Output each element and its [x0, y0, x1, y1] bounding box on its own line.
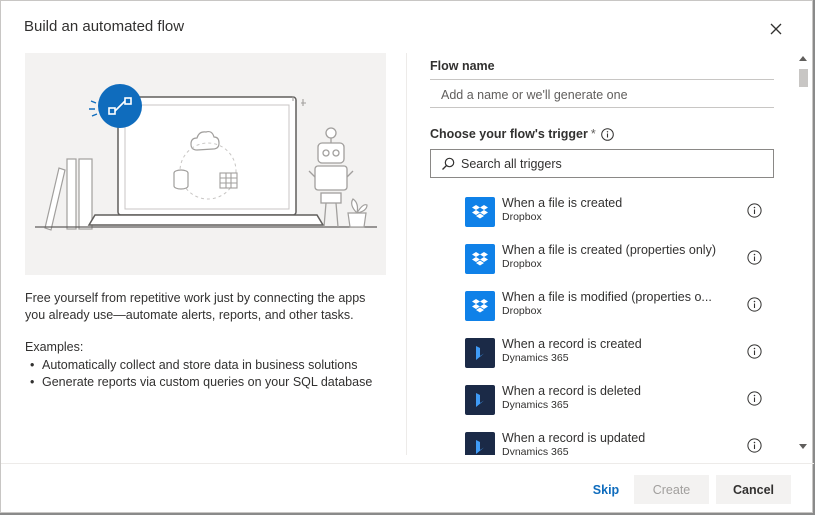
info-icon[interactable]	[747, 203, 762, 218]
trigger-app: Dropbox	[502, 305, 542, 317]
trigger-label: Choose your flow's trigger	[430, 127, 588, 141]
dropbox-icon	[465, 197, 495, 227]
trigger-name: When a record is updated	[502, 431, 646, 445]
trigger-item[interactable]: When a record is updated Dynamics 365	[465, 428, 785, 455]
info-icon[interactable]	[747, 250, 762, 265]
book-icon	[66, 158, 77, 230]
trigger-search-box[interactable]	[430, 149, 774, 178]
trigger-item[interactable]: When a file is modified (properties o...…	[465, 287, 785, 334]
footer-divider	[1, 463, 814, 464]
trigger-app: Dynamics 365	[502, 352, 569, 364]
dynamics-365-icon	[465, 385, 495, 415]
info-icon[interactable]	[600, 127, 614, 141]
trigger-list-scrollbar[interactable]	[797, 53, 809, 455]
dropbox-icon	[465, 244, 495, 274]
required-mark: *	[590, 127, 596, 141]
build-flow-dialog: Build an automated flow Free yourself fr…	[0, 0, 814, 513]
example-item: Automatically collect and store data in …	[25, 357, 372, 374]
intro-description: Free yourself from repetitive work just …	[25, 291, 366, 322]
laptop-illustration	[35, 84, 377, 231]
trigger-search-input[interactable]	[461, 156, 761, 171]
dropbox-icon	[465, 291, 495, 321]
trigger-app: Dropbox	[502, 211, 542, 223]
trigger-name: When a file is modified (properties o...	[502, 290, 712, 304]
examples-list: Automatically collect and store data in …	[25, 357, 372, 391]
examples-label: Examples:	[25, 340, 84, 354]
cancel-button[interactable]: Cancel	[716, 475, 791, 504]
dynamics-365-icon	[465, 432, 495, 455]
scrollbar-thumb[interactable]	[799, 69, 808, 87]
book-icon	[44, 167, 66, 231]
plant-icon	[347, 198, 368, 228]
info-icon[interactable]	[747, 391, 762, 406]
dialog-title: Build an automated flow	[24, 18, 185, 35]
dynamics-365-icon	[465, 338, 495, 368]
skip-button[interactable]: Skip	[586, 475, 626, 504]
info-icon[interactable]	[747, 344, 762, 359]
trigger-app: Dropbox	[502, 258, 542, 270]
scroll-up-icon[interactable]	[799, 56, 807, 61]
flow-form: Flow name Choose your flow's trigger *	[407, 53, 795, 455]
info-icon[interactable]	[747, 297, 762, 312]
flow-name-label: Flow name	[430, 59, 495, 73]
scroll-down-icon[interactable]	[799, 444, 807, 449]
info-icon[interactable]	[747, 438, 762, 453]
flow-name-underline	[430, 79, 774, 80]
illustration-panel	[25, 53, 386, 275]
trigger-item[interactable]: When a record is deleted Dynamics 365	[465, 381, 785, 428]
close-icon[interactable]	[766, 19, 786, 39]
example-item: Generate reports via custom queries on y…	[25, 374, 372, 391]
trigger-item[interactable]: When a file is created Dropbox	[465, 193, 785, 240]
trigger-name: When a record is created	[502, 337, 642, 351]
search-icon	[442, 157, 455, 170]
trigger-app: Dynamics 365	[502, 399, 569, 411]
trigger-list: When a file is created Dropbox When a fi…	[465, 193, 785, 455]
create-button[interactable]: Create	[634, 475, 709, 504]
trigger-item[interactable]: When a file is created (properties only)…	[465, 240, 785, 287]
robot-icon	[308, 127, 354, 228]
trigger-name: When a file is created	[502, 196, 623, 210]
flow-name-input[interactable]	[430, 82, 774, 108]
trigger-name: When a record is deleted	[502, 384, 641, 398]
trigger-item[interactable]: When a record is created Dynamics 365	[465, 334, 785, 381]
trigger-name: When a file is created (properties only)	[502, 243, 716, 257]
book-icon	[78, 158, 93, 230]
trigger-app: Dynamics 365	[502, 446, 569, 455]
trigger-label-row: Choose your flow's trigger *	[430, 127, 614, 141]
